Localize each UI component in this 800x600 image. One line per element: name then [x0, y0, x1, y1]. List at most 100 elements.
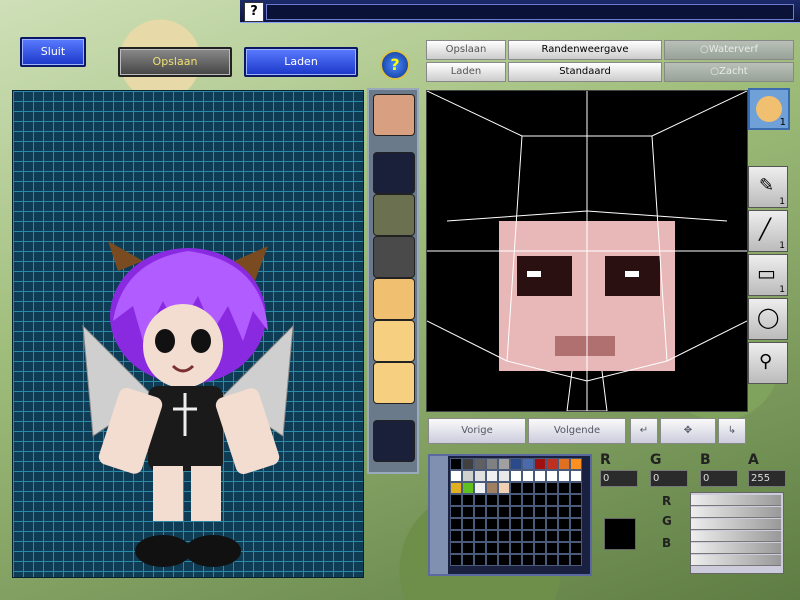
- part-slot-empty[interactable]: [373, 152, 415, 194]
- palette-swatch-empty[interactable]: [546, 542, 558, 554]
- palette-swatch-empty[interactable]: [498, 518, 510, 530]
- next-button[interactable]: Volgende: [528, 418, 626, 444]
- close-button[interactable]: Sluit: [20, 37, 86, 67]
- palette-swatch[interactable]: [558, 458, 570, 470]
- ellipse-tool-button[interactable]: ◯: [748, 298, 788, 340]
- texture-edit-canvas[interactable]: [426, 90, 748, 412]
- palette-swatch[interactable]: [486, 458, 498, 470]
- palette-swatch-empty[interactable]: [546, 518, 558, 530]
- slider-5[interactable]: [691, 543, 781, 554]
- part-slot-back[interactable]: [373, 362, 415, 404]
- palette-swatch-empty[interactable]: [462, 530, 474, 542]
- palette-swatch[interactable]: [474, 458, 486, 470]
- palette-swatch-empty[interactable]: [474, 554, 486, 566]
- palette-swatch[interactable]: [510, 458, 522, 470]
- palette-swatch[interactable]: [462, 482, 474, 494]
- part-slot-head-armor[interactable]: [373, 194, 415, 236]
- load-button[interactable]: Laden: [244, 47, 358, 77]
- palette-swatch-empty[interactable]: [558, 494, 570, 506]
- model-preview-grid[interactable]: [12, 90, 364, 578]
- palette-swatch-empty[interactable]: [498, 542, 510, 554]
- palette-swatch-empty[interactable]: [486, 518, 498, 530]
- palette-swatch-empty[interactable]: [510, 530, 522, 542]
- palette-swatch-empty[interactable]: [486, 542, 498, 554]
- palette-swatch-empty[interactable]: [474, 494, 486, 506]
- palette-swatch-empty[interactable]: [450, 518, 462, 530]
- face-preview-thumbnail[interactable]: 1: [748, 88, 790, 130]
- palette-swatch[interactable]: [558, 482, 570, 494]
- palette-swatch-empty[interactable]: [486, 530, 498, 542]
- part-slot-face[interactable]: [373, 94, 415, 136]
- top-help-button[interactable]: ?: [244, 2, 264, 22]
- palette-swatch[interactable]: [570, 482, 582, 494]
- slider-3[interactable]: [691, 519, 781, 530]
- palette-swatch-empty[interactable]: [510, 494, 522, 506]
- palette-swatch[interactable]: [462, 458, 474, 470]
- g-value-field[interactable]: 0: [650, 470, 688, 487]
- save-small-button[interactable]: Opslaan: [426, 40, 506, 60]
- palette-swatch[interactable]: [462, 470, 474, 482]
- palette-swatch[interactable]: [498, 482, 510, 494]
- palette-swatch-empty[interactable]: [534, 530, 546, 542]
- palette-swatch-empty[interactable]: [546, 554, 558, 566]
- palette-swatch-empty[interactable]: [486, 554, 498, 566]
- palette-swatch-empty[interactable]: [498, 554, 510, 566]
- palette-swatch[interactable]: [522, 482, 534, 494]
- palette-swatch[interactable]: [450, 470, 462, 482]
- palette-swatch-empty[interactable]: [498, 530, 510, 542]
- palette-swatch-empty[interactable]: [474, 542, 486, 554]
- palette-swatch-empty[interactable]: [558, 506, 570, 518]
- palette-swatch-empty[interactable]: [522, 554, 534, 566]
- a-value-field[interactable]: 255: [748, 470, 786, 487]
- palette-swatch-empty[interactable]: [462, 542, 474, 554]
- palette-swatch-empty[interactable]: [546, 530, 558, 542]
- palette-tabs[interactable]: [430, 456, 448, 574]
- move-button[interactable]: ✥: [660, 418, 716, 444]
- load-small-button[interactable]: Laden: [426, 62, 506, 82]
- palette-swatch[interactable]: [498, 470, 510, 482]
- palette-swatch-empty[interactable]: [510, 542, 522, 554]
- palette-swatch-empty[interactable]: [570, 518, 582, 530]
- palette-swatch[interactable]: [534, 470, 546, 482]
- palette-swatch[interactable]: [534, 482, 546, 494]
- part-slot-empty-2[interactable]: [373, 420, 415, 462]
- watercolor-option[interactable]: ○Waterverf: [664, 40, 794, 60]
- palette-swatch-empty[interactable]: [570, 530, 582, 542]
- palette-swatch-empty[interactable]: [534, 494, 546, 506]
- palette-swatch-empty[interactable]: [534, 542, 546, 554]
- palette-swatch-empty[interactable]: [462, 494, 474, 506]
- part-slot-face-yellow[interactable]: [373, 278, 415, 320]
- palette-swatch-empty[interactable]: [558, 530, 570, 542]
- edge-view-button[interactable]: Randenweergave: [508, 40, 662, 60]
- palette-swatch-empty[interactable]: [462, 506, 474, 518]
- r-value-field[interactable]: 0: [600, 470, 638, 487]
- palette-swatch-empty[interactable]: [450, 530, 462, 542]
- palette-swatch-empty[interactable]: [462, 554, 474, 566]
- palette-swatch-empty[interactable]: [522, 518, 534, 530]
- palette-swatch-empty[interactable]: [462, 518, 474, 530]
- palette-swatch-empty[interactable]: [450, 494, 462, 506]
- palette-swatch-empty[interactable]: [510, 518, 522, 530]
- palette-swatch-empty[interactable]: [474, 530, 486, 542]
- slider-6[interactable]: [691, 555, 781, 566]
- palette-swatch-empty[interactable]: [510, 554, 522, 566]
- palette-swatch-empty[interactable]: [474, 506, 486, 518]
- palette-swatch[interactable]: [546, 470, 558, 482]
- palette-swatch-empty[interactable]: [534, 554, 546, 566]
- part-slot-torso[interactable]: [373, 320, 415, 362]
- palette-swatch[interactable]: [498, 458, 510, 470]
- palette-swatch[interactable]: [546, 458, 558, 470]
- palette-swatch-empty[interactable]: [522, 530, 534, 542]
- palette-swatch[interactable]: [486, 482, 498, 494]
- palette-swatch-empty[interactable]: [474, 518, 486, 530]
- palette-swatch[interactable]: [450, 482, 462, 494]
- palette-swatch-empty[interactable]: [570, 554, 582, 566]
- palette-swatch-empty[interactable]: [534, 506, 546, 518]
- palette-swatch[interactable]: [570, 470, 582, 482]
- slider-4[interactable]: [691, 531, 781, 542]
- palette-swatch-empty[interactable]: [546, 494, 558, 506]
- palette-swatch-empty[interactable]: [558, 542, 570, 554]
- palette-swatch-empty[interactable]: [570, 494, 582, 506]
- palette-swatch-empty[interactable]: [522, 494, 534, 506]
- palette-swatch[interactable]: [522, 470, 534, 482]
